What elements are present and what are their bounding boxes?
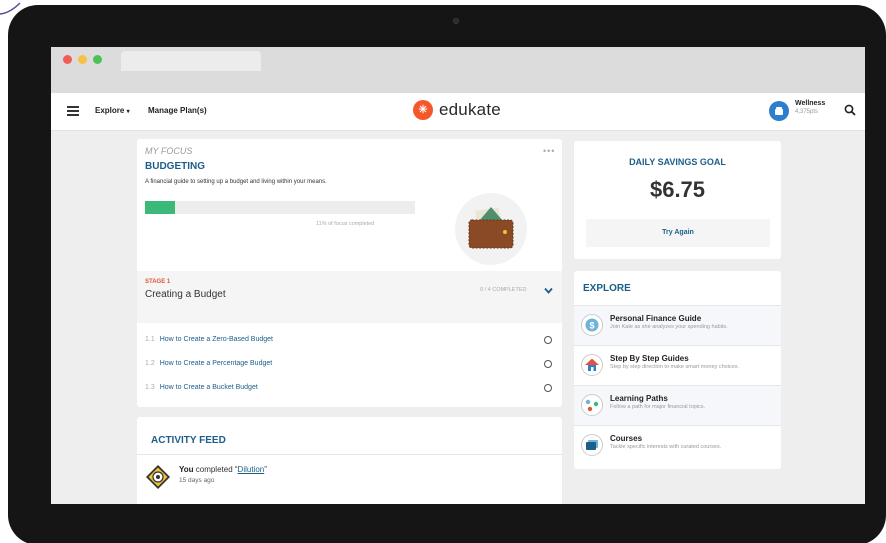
- divider: [137, 454, 562, 455]
- activity-feed-entry: You completed “Dilution”: [179, 465, 267, 474]
- my-focus-card: MY FOCUS ••• BUDGETING A financial guide…: [137, 139, 562, 407]
- explore-item-name: Personal Finance Guide: [610, 314, 702, 323]
- feed-close-quote: ”: [264, 465, 267, 474]
- lesson-title: How to Create a Percentage Budget: [159, 360, 273, 367]
- achievement-badge-icon: [146, 465, 170, 489]
- focus-description: A financial guide to setting up a budget…: [145, 179, 327, 185]
- explore-item-desc: Join Kate as she analyzes your spending …: [610, 324, 728, 330]
- dollar-icon: $: [581, 314, 603, 336]
- lesson-number: 1.1: [145, 336, 155, 343]
- lesson-item[interactable]: 1.3 How to Create a Bucket Budget: [145, 384, 258, 391]
- savings-title: DAILY SAVINGS GOAL: [629, 157, 726, 167]
- activity-feed-card: ACTIVITY FEED You completed “Dilution” 1…: [137, 417, 562, 504]
- explore-item-step-by-step[interactable]: Step By Step Guides Step by step directi…: [574, 345, 781, 385]
- feed-actor: You: [179, 465, 194, 474]
- focus-progress-fill: [145, 201, 175, 214]
- browser-chrome: [51, 47, 865, 93]
- courses-icon: [581, 434, 603, 456]
- stage-title: Creating a Budget: [145, 289, 226, 300]
- explore-item-desc: Step by step direction to make smart mon…: [610, 364, 740, 370]
- wallet-icon: [468, 207, 514, 249]
- explore-item-desc: Tackle specific interests with curated c…: [610, 444, 722, 450]
- lesson-status-circle[interactable]: [544, 336, 552, 344]
- search-icon[interactable]: [844, 104, 856, 116]
- lesson-number: 1.3: [145, 384, 155, 391]
- feed-action: completed “: [193, 465, 238, 474]
- explore-item-name: Step By Step Guides: [610, 354, 689, 363]
- explore-item-name: Courses: [610, 434, 643, 443]
- user-name[interactable]: Wellness: [795, 100, 825, 107]
- maximize-window-button[interactable]: [93, 55, 102, 64]
- svg-text:$: $: [589, 321, 594, 331]
- more-options-icon[interactable]: •••: [543, 146, 555, 156]
- explore-item-desc: Follow a path for major financial topics…: [610, 404, 706, 410]
- activity-feed-title: ACTIVITY FEED: [151, 435, 226, 446]
- avatar[interactable]: [769, 101, 789, 121]
- camera: [453, 18, 459, 24]
- lesson-status-circle[interactable]: [544, 360, 552, 368]
- feed-item-link[interactable]: Dilution: [238, 465, 265, 474]
- wallet-illustration: [455, 193, 527, 265]
- page: Explore ▾ Manage Plan(s) ✳ edukate Welln…: [0, 0, 886, 543]
- focus-progress-text: 11% of focus completed: [316, 221, 375, 227]
- lesson-item[interactable]: 1.2 How to Create a Percentage Budget: [145, 360, 272, 367]
- top-navigation: Explore ▾ Manage Plan(s) ✳ edukate Welln…: [51, 93, 865, 131]
- lesson-item[interactable]: 1.1 How to Create a Zero-Based Budget: [145, 336, 273, 343]
- explore-item-learning-paths[interactable]: Learning Paths Follow a path for major f…: [574, 385, 781, 425]
- stage-progress: 0 / 4 COMPLETED: [480, 287, 527, 293]
- chevron-down-icon[interactable]: [544, 286, 553, 295]
- daily-savings-card: DAILY SAVINGS GOAL $6.75 Try Again: [574, 141, 781, 259]
- stage-label: STAGE 1: [145, 279, 171, 285]
- explore-title: EXPLORE: [583, 283, 631, 294]
- savings-amount: $6.75: [649, 177, 706, 202]
- focus-label: MY FOCUS: [145, 146, 193, 156]
- manage-plans-link[interactable]: Manage Plan(s): [148, 106, 207, 115]
- logo-mark-icon: ✳: [413, 100, 433, 120]
- laptop-frame: Explore ▾ Manage Plan(s) ✳ edukate Welln…: [8, 5, 886, 543]
- stage-header[interactable]: STAGE 1 Creating a Budget 0 / 4 COMPLETE…: [137, 271, 562, 323]
- explore-item-name: Learning Paths: [610, 394, 668, 403]
- lesson-number: 1.2: [145, 360, 155, 367]
- focus-title[interactable]: BUDGETING: [145, 161, 205, 172]
- lesson-title: How to Create a Bucket Budget: [159, 384, 258, 391]
- explore-item-personal-finance[interactable]: $ Personal Finance Guide Join Kate as sh…: [574, 305, 781, 345]
- explore-menu-label: Explore: [95, 106, 125, 115]
- user-icon: [775, 107, 783, 115]
- logo[interactable]: ✳ edukate: [413, 100, 501, 120]
- menu-icon[interactable]: [67, 106, 79, 116]
- logo-text: edukate: [439, 100, 501, 119]
- explore-item-courses[interactable]: Courses Tackle specific interests with c…: [574, 425, 781, 465]
- user-points: 4,375pts: [795, 109, 819, 115]
- lesson-title: How to Create a Zero-Based Budget: [159, 336, 273, 343]
- lesson-status-circle[interactable]: [544, 384, 552, 392]
- try-again-button[interactable]: Try Again: [586, 219, 770, 247]
- explore-card: EXPLORE $ Personal Finance Guide Join Ka…: [574, 271, 781, 469]
- minimize-window-button[interactable]: [78, 55, 87, 64]
- path-icon: [581, 394, 603, 416]
- focus-progress-bar: [145, 201, 415, 214]
- explore-menu[interactable]: Explore ▾: [95, 106, 130, 115]
- browser-tab[interactable]: [121, 51, 261, 71]
- feed-timestamp: 15 days ago: [179, 477, 215, 484]
- caret-down-icon: ▾: [126, 109, 130, 115]
- screen: Explore ▾ Manage Plan(s) ✳ edukate Welln…: [51, 47, 865, 504]
- close-window-button[interactable]: [63, 55, 72, 64]
- house-icon: [581, 354, 603, 376]
